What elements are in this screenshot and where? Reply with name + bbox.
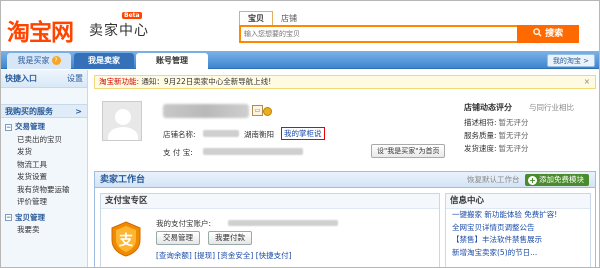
sidebar-item-sold[interactable]: 已卖出的宝贝	[1, 134, 87, 147]
close-icon[interactable]: ×	[584, 76, 590, 88]
tab-buyer[interactable]: 我是买家?	[7, 53, 71, 69]
rating-title: 店铺动态评分	[464, 103, 512, 112]
collapse-icon: −	[5, 214, 12, 221]
info-center-title: 信息中心	[446, 194, 590, 209]
main-nav: 我是买家? 我是卖家 账号管理 我的淘宝 >	[1, 51, 599, 69]
collapse-icon: −	[5, 123, 12, 131]
my-taobao-link[interactable]: 我的淘宝 >	[546, 54, 595, 67]
my-store-link[interactable]: 我的掌柜说	[281, 127, 325, 140]
seller-workbench: 卖家工作台 恢复默认工作台 + 添加免费模块 支付宝专区 支 我的支付宝账户: 交…	[94, 171, 596, 267]
sidebar-item-sell[interactable]: 我要卖	[1, 224, 87, 237]
store-name-label: 店铺名称:	[163, 130, 196, 139]
add-module-button[interactable]: + 添加免费模块	[525, 174, 589, 186]
treasure-mgmt-title: 宝贝管理	[15, 212, 45, 222]
certification-icon[interactable]	[263, 107, 272, 116]
search-input[interactable]	[241, 27, 517, 41]
list-item[interactable]: 【禁售】丰法软件禁售展示	[446, 234, 590, 247]
chevron-right-icon: >	[75, 107, 82, 116]
search-tab-items[interactable]: 宝贝	[239, 11, 273, 25]
search-box	[239, 25, 517, 43]
list-item[interactable]: 全网宝贝详情页调整公告	[446, 222, 590, 235]
sidebar-item-logistics[interactable]: 物流工具	[1, 159, 87, 172]
quick-entry-settings-link[interactable]: 设置	[67, 70, 83, 88]
search-tabs: 宝贝 店铺	[239, 11, 305, 25]
svg-text:支: 支	[118, 232, 134, 249]
rating-row: 描述相符: 暂无评分	[464, 118, 529, 127]
alipay-zone: 支付宝专区 支 我的支付宝账户: 交易管理 我要付款 [查询余额] [提现] […	[100, 193, 440, 267]
beta-badge: Beta	[122, 12, 142, 19]
seller-center-title: 卖家中心	[89, 23, 149, 39]
info-center: 信息中心 一键搬家 新功能体验 免费扩容! 全网宝贝详情页调整公告 【禁售】丰法…	[445, 193, 591, 267]
trade-mgmt-header[interactable]: − 交易管理	[1, 121, 87, 134]
store-region: 湖南衡阳	[244, 130, 274, 139]
sidebar-item-freight[interactable]: 我有货物要运输	[1, 184, 87, 197]
list-item[interactable]: 新增淘宝卖家(5)的节日...	[446, 247, 590, 260]
workbench-header: 卖家工作台 恢复默认工作台 + 添加免费模块	[95, 172, 595, 188]
rating-row: 发货速度: 暂无评分	[464, 144, 529, 153]
notice-bar: 淘宝新功能: 通知：9月22日卖家中心全新导航上线! ×	[94, 75, 596, 89]
workbench-title: 卖家工作台	[100, 175, 146, 185]
header: 淘宝网 卖家中心 Beta 宝贝店铺 搜索	[1, 1, 599, 51]
set-homepage-button[interactable]: 设"我是买家"为首页	[371, 144, 446, 158]
sidebar: 快捷入口 设置 我购买的服务 > − 交易管理 已卖出的宝贝 发货 物流工具 发货…	[1, 70, 88, 267]
alipay-account-label: 我的支付宝账户:	[156, 219, 212, 228]
search-button-label: 搜索	[545, 29, 564, 39]
alipay-label: 支 付 宝:	[163, 148, 193, 157]
pay-button[interactable]: 我要付款	[208, 231, 252, 245]
bought-services-title: 我购买的服务	[5, 107, 53, 116]
bought-services-header[interactable]: 我购买的服务 >	[1, 104, 87, 118]
search-button[interactable]: 搜索	[517, 25, 579, 43]
notice-tag: 淘宝新功能:	[99, 77, 140, 86]
restore-default-link[interactable]: 恢复默认工作台	[467, 172, 520, 188]
notice-text[interactable]: 通知：9月22日卖家中心全新导航上线!	[141, 77, 271, 86]
seller-center-window: 淘宝网 卖家中心 Beta 宝贝店铺 搜索 我是买家? 我是卖家 账号管理 我的…	[0, 0, 600, 268]
rating-row: 服务质量: 暂无评分	[464, 131, 529, 140]
plus-icon: +	[528, 176, 537, 185]
trade-mgmt-title: 交易管理	[15, 122, 45, 131]
alipay-account-redacted	[228, 220, 338, 226]
help-icon[interactable]: ?	[51, 56, 61, 65]
quick-entry-header: 快捷入口 设置	[1, 70, 87, 88]
alipay-quick-links[interactable]: [查询余额] [提现] [资金安全] [快捷支付]	[156, 250, 292, 261]
quick-entry-body	[1, 88, 87, 104]
trade-mgmt-button[interactable]: 交易管理	[156, 231, 200, 245]
add-module-label: 添加免费模块	[539, 175, 584, 184]
search-tab-stores[interactable]: 店铺	[273, 12, 305, 26]
search-icon	[533, 28, 542, 37]
tab-buyer-label: 我是买家	[17, 56, 50, 65]
taobao-logo[interactable]: 淘宝网	[7, 13, 74, 47]
quick-entry-title: 快捷入口	[5, 74, 37, 83]
sidebar-item-reviews[interactable]: 评价管理	[1, 196, 87, 209]
tab-account[interactable]: 账号管理	[136, 53, 208, 69]
id-card-icon[interactable]: ▭	[252, 105, 263, 116]
sidebar-item-ship[interactable]: 发货	[1, 146, 87, 159]
sidebar-item-ship-settings[interactable]: 发货设置	[1, 171, 87, 184]
store-name-redacted	[203, 130, 239, 137]
alipay-account-redacted	[203, 148, 303, 155]
seller-name-redacted	[163, 104, 249, 118]
alipay-zone-title: 支付宝专区	[101, 194, 439, 209]
treasure-mgmt-header[interactable]: − 宝贝管理	[1, 212, 87, 225]
alipay-logo-icon: 支	[111, 221, 141, 257]
avatar[interactable]	[102, 101, 142, 141]
tab-seller[interactable]: 我是卖家	[74, 53, 134, 69]
list-item[interactable]: 一键搬家 新功能体验 免费扩容!	[446, 209, 590, 222]
rating-compare: 与同行业相比	[529, 103, 574, 112]
